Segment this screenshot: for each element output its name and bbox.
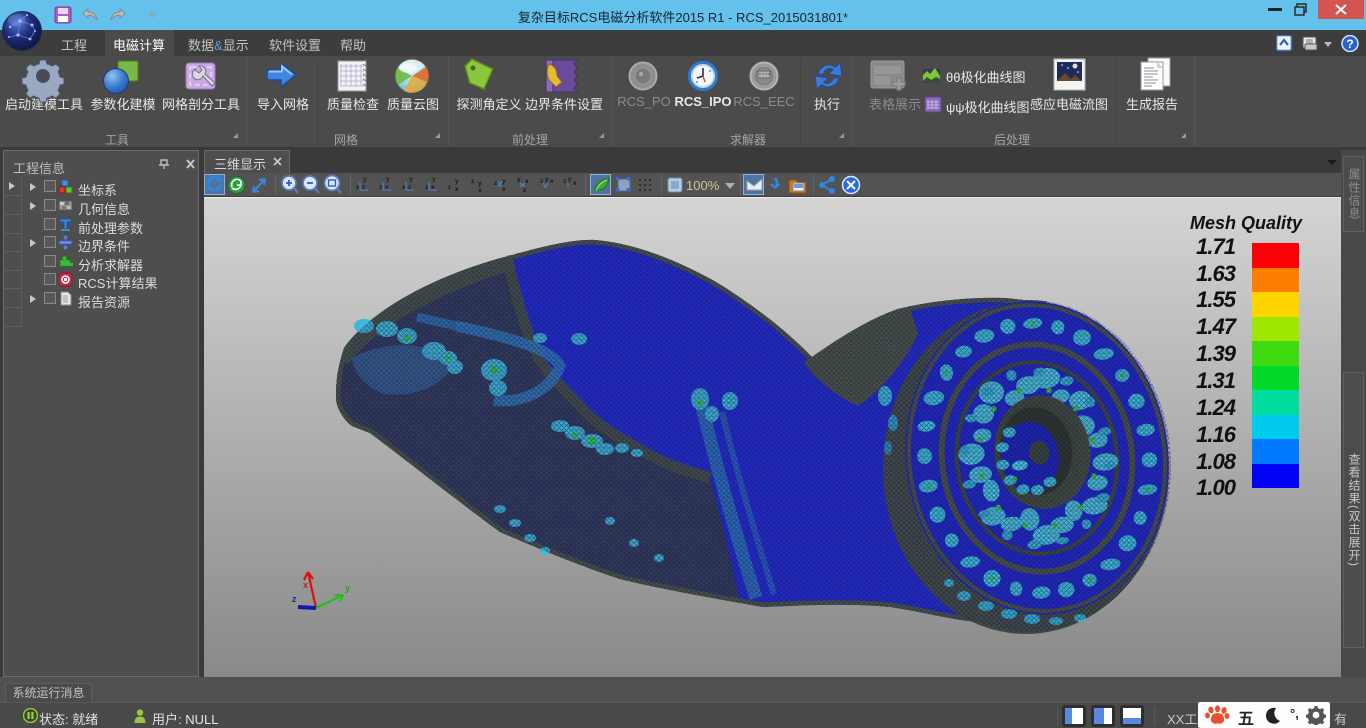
svg-text:y: y (478, 180, 482, 187)
svg-text:z: z (379, 184, 383, 191)
svg-text:y: y (432, 176, 436, 183)
svg-text:z: z (425, 184, 429, 191)
svg-text:z: z (563, 178, 567, 185)
svg-text:x: x (502, 186, 506, 193)
svg-text:x: x (478, 187, 482, 194)
svg-text:z: z (471, 178, 475, 185)
svg-text:y: y (568, 176, 572, 183)
svg-text:y: y (345, 583, 350, 593)
svg-text:y: y (502, 178, 506, 185)
svg-text:100%: 100% (686, 178, 720, 193)
svg-text:x: x (550, 178, 554, 185)
svg-text:x: x (455, 186, 459, 193)
svg-text:x: x (356, 184, 360, 191)
svg-text:y: y (386, 176, 390, 183)
svg-text:y: y (363, 176, 367, 183)
svg-text:y: y (455, 178, 459, 185)
svg-text:?: ? (1346, 37, 1353, 51)
svg-text:y: y (409, 176, 413, 183)
svg-text:z: z (523, 187, 527, 194)
svg-text:z: z (448, 184, 452, 191)
svg-text:z: z (494, 180, 498, 187)
svg-text:z: z (292, 594, 297, 604)
svg-text:y: y (517, 176, 521, 183)
svg-text:x: x (303, 580, 308, 590)
svg-text:x: x (402, 184, 406, 191)
svg-text:y: y (545, 176, 549, 183)
svg-text:x: x (525, 178, 529, 185)
svg-text:x: x (573, 180, 577, 187)
